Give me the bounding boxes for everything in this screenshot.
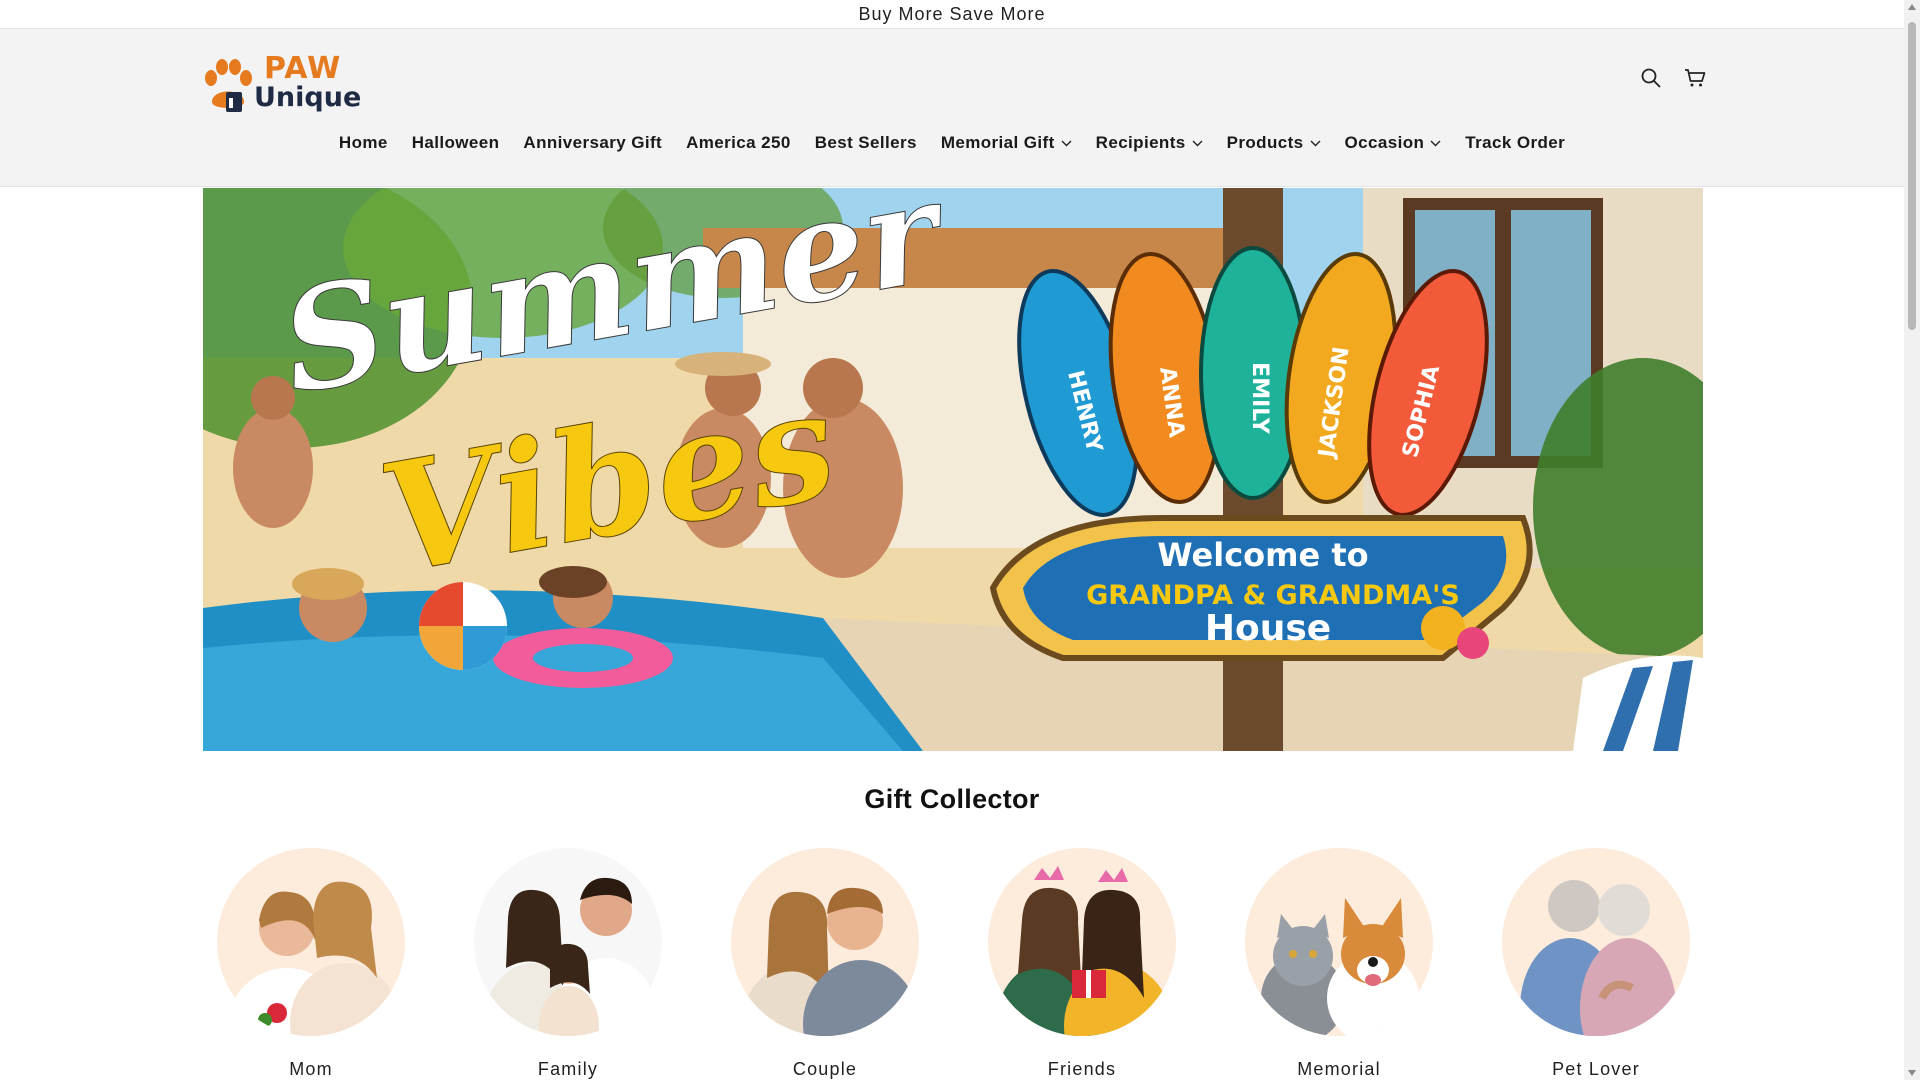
hero-illustration: Summer Vibes HENRY ANNA EMILY JACKSON SO… — [203, 188, 1703, 751]
chevron-down-icon — [1430, 140, 1441, 147]
nav-label: Home — [338, 133, 388, 152]
nav-label: Track Order — [1465, 133, 1566, 152]
announcement-bar: Buy More Save More — [0, 0, 1904, 29]
family-photo-icon — [484, 877, 658, 1036]
scroll-up-arrow-icon[interactable] — [1908, 4, 1916, 10]
collection-label: Couple — [792, 1059, 858, 1079]
collection-item-memorial[interactable]: Memorial — [1245, 848, 1433, 1080]
collection-item-couple[interactable]: Couple — [731, 848, 919, 1080]
couple-photo-icon — [741, 887, 919, 1036]
scroll-down-arrow-icon[interactable] — [1908, 1070, 1916, 1076]
collection-image[interactable] — [1245, 848, 1433, 1036]
collection-item-mom[interactable]: Mom — [217, 848, 405, 1080]
site-header: PAW Unique Home Halloween Anniversary Gi… — [0, 29, 1904, 187]
sign-line-2: GRANDPA & GRANDMA'S — [1086, 580, 1460, 611]
collection-label: Mom — [289, 1059, 333, 1079]
nav-label: Occasion — [1344, 133, 1425, 152]
flip-flop-name: EMILY — [1247, 362, 1272, 435]
nav-item-track-order[interactable]: Track Order — [1465, 133, 1565, 153]
chevron-down-icon — [1061, 140, 1072, 147]
brand-logo[interactable]: PAW Unique — [202, 51, 362, 114]
collection-label: Family — [537, 1059, 599, 1079]
nav-item-memorial-gift[interactable]: Memorial Gift — [941, 133, 1072, 153]
sign-line-3: House — [1205, 608, 1331, 649]
nav-label: Anniversary Gift — [523, 133, 663, 152]
chevron-down-icon — [1192, 140, 1203, 147]
mom-photo-icon — [227, 881, 400, 1036]
nav-label: Best Sellers — [814, 133, 917, 152]
header-actions — [1640, 67, 1706, 89]
nav-item-products[interactable]: Products — [1227, 133, 1321, 153]
collection-image[interactable] — [1502, 848, 1690, 1036]
announcement-text: Buy More Save More — [858, 3, 1046, 24]
collection-label: Memorial — [1297, 1059, 1381, 1079]
nav-label: Halloween — [411, 133, 500, 152]
logo-word-unique: Unique — [254, 82, 362, 113]
nav-item-recipients[interactable]: Recipients — [1096, 133, 1203, 153]
friends-photo-icon — [996, 866, 1172, 1036]
nav-item-anniversary-gift[interactable]: Anniversary Gift — [523, 133, 662, 153]
nav-label: Products — [1226, 133, 1304, 152]
nav-item-best-sellers[interactable]: Best Sellers — [815, 133, 917, 153]
sign-line-1: Welcome to — [1157, 536, 1368, 574]
nav-item-home[interactable]: Home — [339, 133, 388, 153]
collection-item-friends[interactable]: Friends — [988, 848, 1176, 1080]
flip-flops-group: HENRY ANNA EMILY JACKSON SOPHIA — [1017, 246, 1489, 517]
collection-item-family[interactable]: Family — [474, 848, 662, 1080]
chevron-down-icon — [1310, 140, 1321, 147]
gift-collector-title: Gift Collector — [864, 784, 1040, 814]
pet-lover-photo-icon — [1520, 880, 1676, 1036]
collection-image[interactable] — [474, 848, 662, 1036]
collection-label: Pet Lover — [1552, 1059, 1640, 1079]
nav-item-america-250[interactable]: America 250 — [686, 133, 791, 153]
nav-item-halloween[interactable]: Halloween — [412, 133, 500, 153]
hero-banner[interactable]: Summer Vibes HENRY ANNA EMILY JACKSON SO… — [203, 188, 1703, 751]
memorial-photo-icon — [1261, 898, 1419, 1036]
collection-image[interactable] — [217, 848, 405, 1036]
collection-image[interactable] — [988, 848, 1176, 1036]
page-scrollbar[interactable] — [1904, 0, 1920, 1080]
nav-item-occasion[interactable]: Occasion — [1345, 133, 1442, 153]
nav-label: America 250 — [686, 133, 791, 152]
main-navigation: Home Halloween Anniversary Gift America … — [0, 133, 1904, 153]
nav-label: Recipients — [1095, 133, 1186, 152]
search-icon[interactable] — [1640, 67, 1662, 89]
collection-label: Friends — [1047, 1059, 1117, 1079]
logo-word-paw: PAW — [264, 51, 342, 86]
collection-image[interactable] — [731, 848, 919, 1036]
collection-item-pet-lover[interactable]: Pet Lover — [1502, 848, 1690, 1080]
welcome-sign: Welcome to GRANDPA & GRANDMA'S House — [989, 515, 1533, 661]
cart-icon[interactable] — [1684, 67, 1706, 89]
nav-label: Memorial Gift — [940, 133, 1055, 152]
scroll-thumb[interactable] — [1908, 22, 1916, 330]
paw-logo-icon — [205, 59, 252, 112]
